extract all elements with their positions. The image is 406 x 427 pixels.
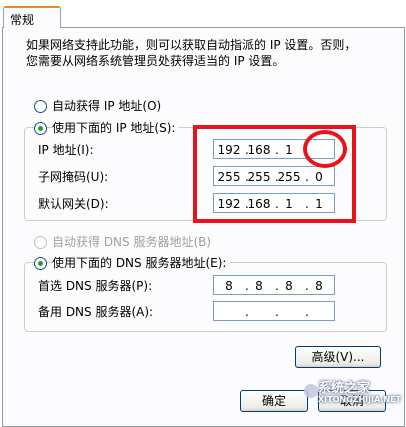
octet: 8	[315, 279, 323, 293]
octet-dot: .	[275, 305, 279, 319]
preferred-dns-label: 首选 DNS 服务器(P):	[38, 279, 153, 293]
tab-general-label: 常规	[10, 13, 35, 27]
auto-ip-label[interactable]: 自动获得 IP 地址(O)	[52, 98, 161, 114]
highlight-ellipse	[303, 130, 347, 168]
advanced-button[interactable]: 高级(V)...	[295, 346, 381, 368]
description-line-1: 如果网络支持此功能，则可以获取自动指派的 IP 设置。否则，	[26, 38, 357, 52]
alternate-dns-label: 备用 DNS 服务器(A):	[38, 305, 154, 319]
ip-address-label: IP 地址(I):	[38, 143, 94, 157]
manual-dns-label[interactable]: 使用下面的 DNS 服务器地址(E):	[52, 255, 231, 271]
watermark-logo-icon	[304, 384, 318, 398]
watermark-title: 系统之家	[318, 381, 371, 396]
dns-group-box	[24, 262, 387, 332]
auto-dns-radio[interactable]	[34, 236, 47, 249]
description-line-2: 您需要从网络系统管理员处获得适当的 IP 设置。	[26, 54, 285, 68]
auto-ip-radio[interactable]	[34, 100, 47, 113]
ok-button[interactable]: 确定	[240, 390, 308, 412]
watermark-url: XITONGZHIJIA.NET	[318, 395, 402, 404]
manual-ip-radio[interactable]	[34, 122, 47, 135]
octet: 8	[255, 279, 263, 293]
manual-dns-radio[interactable]	[34, 257, 47, 270]
watermark: 系统之家 XITONGZHIJIA.NET	[304, 381, 406, 420]
subnet-mask-label: 子网掩码(U):	[38, 170, 109, 184]
default-gateway-label: 默认网关(D):	[38, 197, 109, 211]
octet-dot: .	[245, 305, 249, 319]
auto-dns-label[interactable]: 自动获得 DNS 服务器地址(B)	[52, 234, 211, 250]
tab-general[interactable]: 常规	[3, 6, 61, 28]
manual-ip-label[interactable]: 使用下面的 IP 地址(S):	[52, 120, 180, 136]
octet-dot: .	[305, 305, 309, 319]
octet: 8	[225, 279, 233, 293]
octet: 8	[285, 279, 293, 293]
preferred-dns-field[interactable]: 8 . 8 . 8 . 8	[213, 275, 335, 295]
alternate-dns-field[interactable]: . . .	[213, 301, 335, 321]
